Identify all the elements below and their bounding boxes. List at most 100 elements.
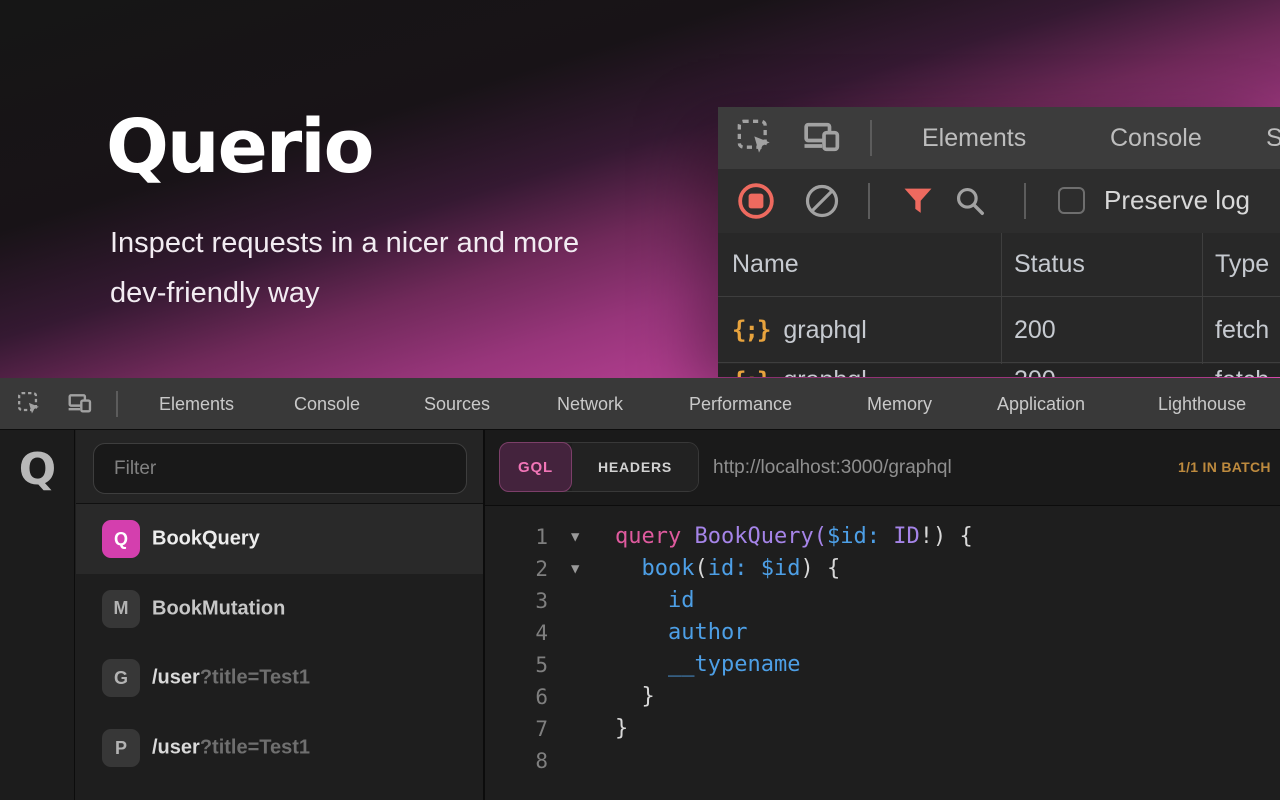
preserve-log-label: Preserve log (1104, 185, 1250, 216)
line-number: 5 (485, 653, 548, 677)
request-name: graphql (783, 316, 866, 345)
tab-sources[interactable]: Sources (424, 394, 490, 415)
request-status-cell: 200 (1001, 366, 1202, 377)
request-item-post-user[interactable]: P /user?title=Test1 (76, 713, 483, 783)
detail-topbar: GQL HEADERS http://localhost:3000/graphq… (485, 430, 1280, 506)
mini-devtools-screenshot: Elements Console Sources (718, 107, 1280, 377)
get-badge: G (102, 659, 140, 697)
toolbar-separator (868, 183, 870, 219)
code-text: book(id: $id) { (615, 556, 840, 581)
line-number: 4 (485, 621, 548, 645)
device-toolbar-icon[interactable] (67, 391, 93, 422)
code-line: 5 __typename (485, 650, 1280, 682)
fold-arrow-icon[interactable]: ▼ (571, 529, 579, 545)
line-number: 1 (485, 525, 548, 549)
network-request-row-clipped[interactable]: {;} graphql 200 fetch (718, 364, 1280, 377)
line-number: 7 (485, 717, 548, 741)
line-number: 8 (485, 749, 548, 773)
code-text: __typename (615, 652, 800, 677)
preserve-log-checkbox[interactable] (1058, 187, 1085, 214)
line-number: 3 (485, 589, 548, 613)
column-header-status[interactable]: Status (1001, 250, 1202, 279)
code-text: } (615, 684, 655, 709)
filter-input[interactable] (93, 443, 467, 494)
code-line: 4 author (485, 618, 1280, 650)
tab-headers[interactable]: HEADERS (572, 443, 698, 491)
column-header-type[interactable]: Type (1202, 250, 1269, 279)
code-line: 8 (485, 746, 1280, 778)
request-query-string: ?title=Test1 (200, 667, 310, 689)
filter-bar (76, 430, 483, 504)
toolbar-separator (116, 391, 118, 417)
request-type-cell: fetch (1202, 316, 1269, 345)
request-name-cell: {;} graphql (718, 316, 1001, 345)
code-line: 6 } (485, 682, 1280, 714)
request-name: graphql (783, 366, 866, 377)
line-number: 6 (485, 685, 548, 709)
mini-devtools-tabbar: Elements Console Sources (718, 107, 1280, 169)
tab-performance[interactable]: Performance (689, 394, 792, 415)
request-path: /user (152, 737, 200, 759)
toolbar-separator (1024, 183, 1026, 219)
mini-tab-sources[interactable]: Sources (1266, 124, 1280, 153)
tab-lighthouse[interactable]: Lighthouse (1158, 394, 1246, 415)
request-item-get-user[interactable]: G /user?title=Test1 (76, 643, 483, 713)
request-detail-panel: GQL HEADERS http://localhost:3000/graphq… (485, 430, 1280, 800)
mini-network-table: Name Status Type {;} graphql 200 fetch {… (718, 233, 1280, 377)
graphql-query-editor[interactable]: 1 ▼ query BookQuery($id: ID!) { 2 ▼ book… (485, 507, 1280, 800)
app-logo-title: Querio (106, 104, 372, 190)
mini-network-toolbar: Preserve log (718, 169, 1280, 233)
querio-rail: Q (0, 430, 75, 800)
code-text: id (615, 588, 694, 613)
post-badge: P (102, 729, 140, 767)
tagline-line-1: Inspect requests in a nicer and more (110, 218, 579, 268)
tagline: Inspect requests in a nicer and more dev… (110, 218, 579, 318)
mutation-badge: M (102, 590, 140, 628)
devtools-tabbar: Elements Console Sources Network Perform… (0, 378, 1280, 430)
request-item-bookmutation[interactable]: M BookMutation (76, 574, 483, 643)
tab-elements[interactable]: Elements (159, 394, 234, 415)
tab-application[interactable]: Application (997, 394, 1085, 415)
request-type-cell: fetch (1202, 366, 1269, 377)
hero-banner: Querio Inspect requests in a nicer and m… (0, 0, 1280, 378)
fetch-braces-icon: {;} (732, 316, 769, 344)
batch-badge: 1/1 IN BATCH (1178, 459, 1271, 475)
filter-funnel-icon[interactable] (902, 187, 934, 220)
request-status-cell: 200 (1001, 316, 1202, 345)
querio-panel: Q Q BookQuery M BookMutation G /user?tit… (0, 430, 1280, 800)
clear-network-log-icon[interactable] (804, 183, 840, 224)
tab-network[interactable]: Network (557, 394, 623, 415)
code-line: 3 id (485, 586, 1280, 618)
code-text: author (615, 620, 747, 645)
network-request-row[interactable]: {;} graphql 200 fetch (718, 298, 1280, 363)
request-path: /user (152, 667, 200, 689)
request-url: http://localhost:3000/graphql (713, 430, 952, 506)
mini-tab-console[interactable]: Console (1110, 124, 1202, 153)
search-icon[interactable] (954, 185, 986, 222)
code-text: query BookQuery($id: ID!) { (615, 524, 973, 549)
request-label: BookQuery (152, 528, 260, 550)
inspect-element-icon[interactable] (17, 391, 43, 422)
request-item-bookquery[interactable]: Q BookQuery (76, 504, 483, 574)
mini-tab-elements[interactable]: Elements (922, 124, 1026, 153)
query-badge: Q (102, 520, 140, 558)
column-header-name[interactable]: Name (718, 250, 1001, 279)
fold-arrow-icon[interactable]: ▼ (571, 561, 579, 577)
querio-logo-icon: Q (0, 444, 75, 495)
device-toolbar-icon[interactable] (802, 118, 842, 163)
tab-console[interactable]: Console (294, 394, 360, 415)
line-number: 2 (485, 557, 548, 581)
request-label: BookMutation (152, 597, 285, 620)
code-text: } (615, 716, 628, 741)
code-line: 2 ▼ book(id: $id) { (485, 554, 1280, 586)
network-table-header: Name Status Type (718, 233, 1280, 297)
record-network-log-icon[interactable] (737, 182, 775, 225)
tab-memory[interactable]: Memory (867, 394, 932, 415)
request-name-cell: {;} graphql (718, 366, 1001, 377)
inspect-element-icon[interactable] (736, 118, 776, 163)
tab-gql[interactable]: GQL (499, 442, 572, 492)
tagline-line-2: dev-friendly way (110, 268, 579, 318)
request-query-string: ?title=Test1 (200, 737, 310, 759)
toolbar-separator (870, 120, 872, 156)
view-tab-group: GQL HEADERS (499, 442, 699, 492)
